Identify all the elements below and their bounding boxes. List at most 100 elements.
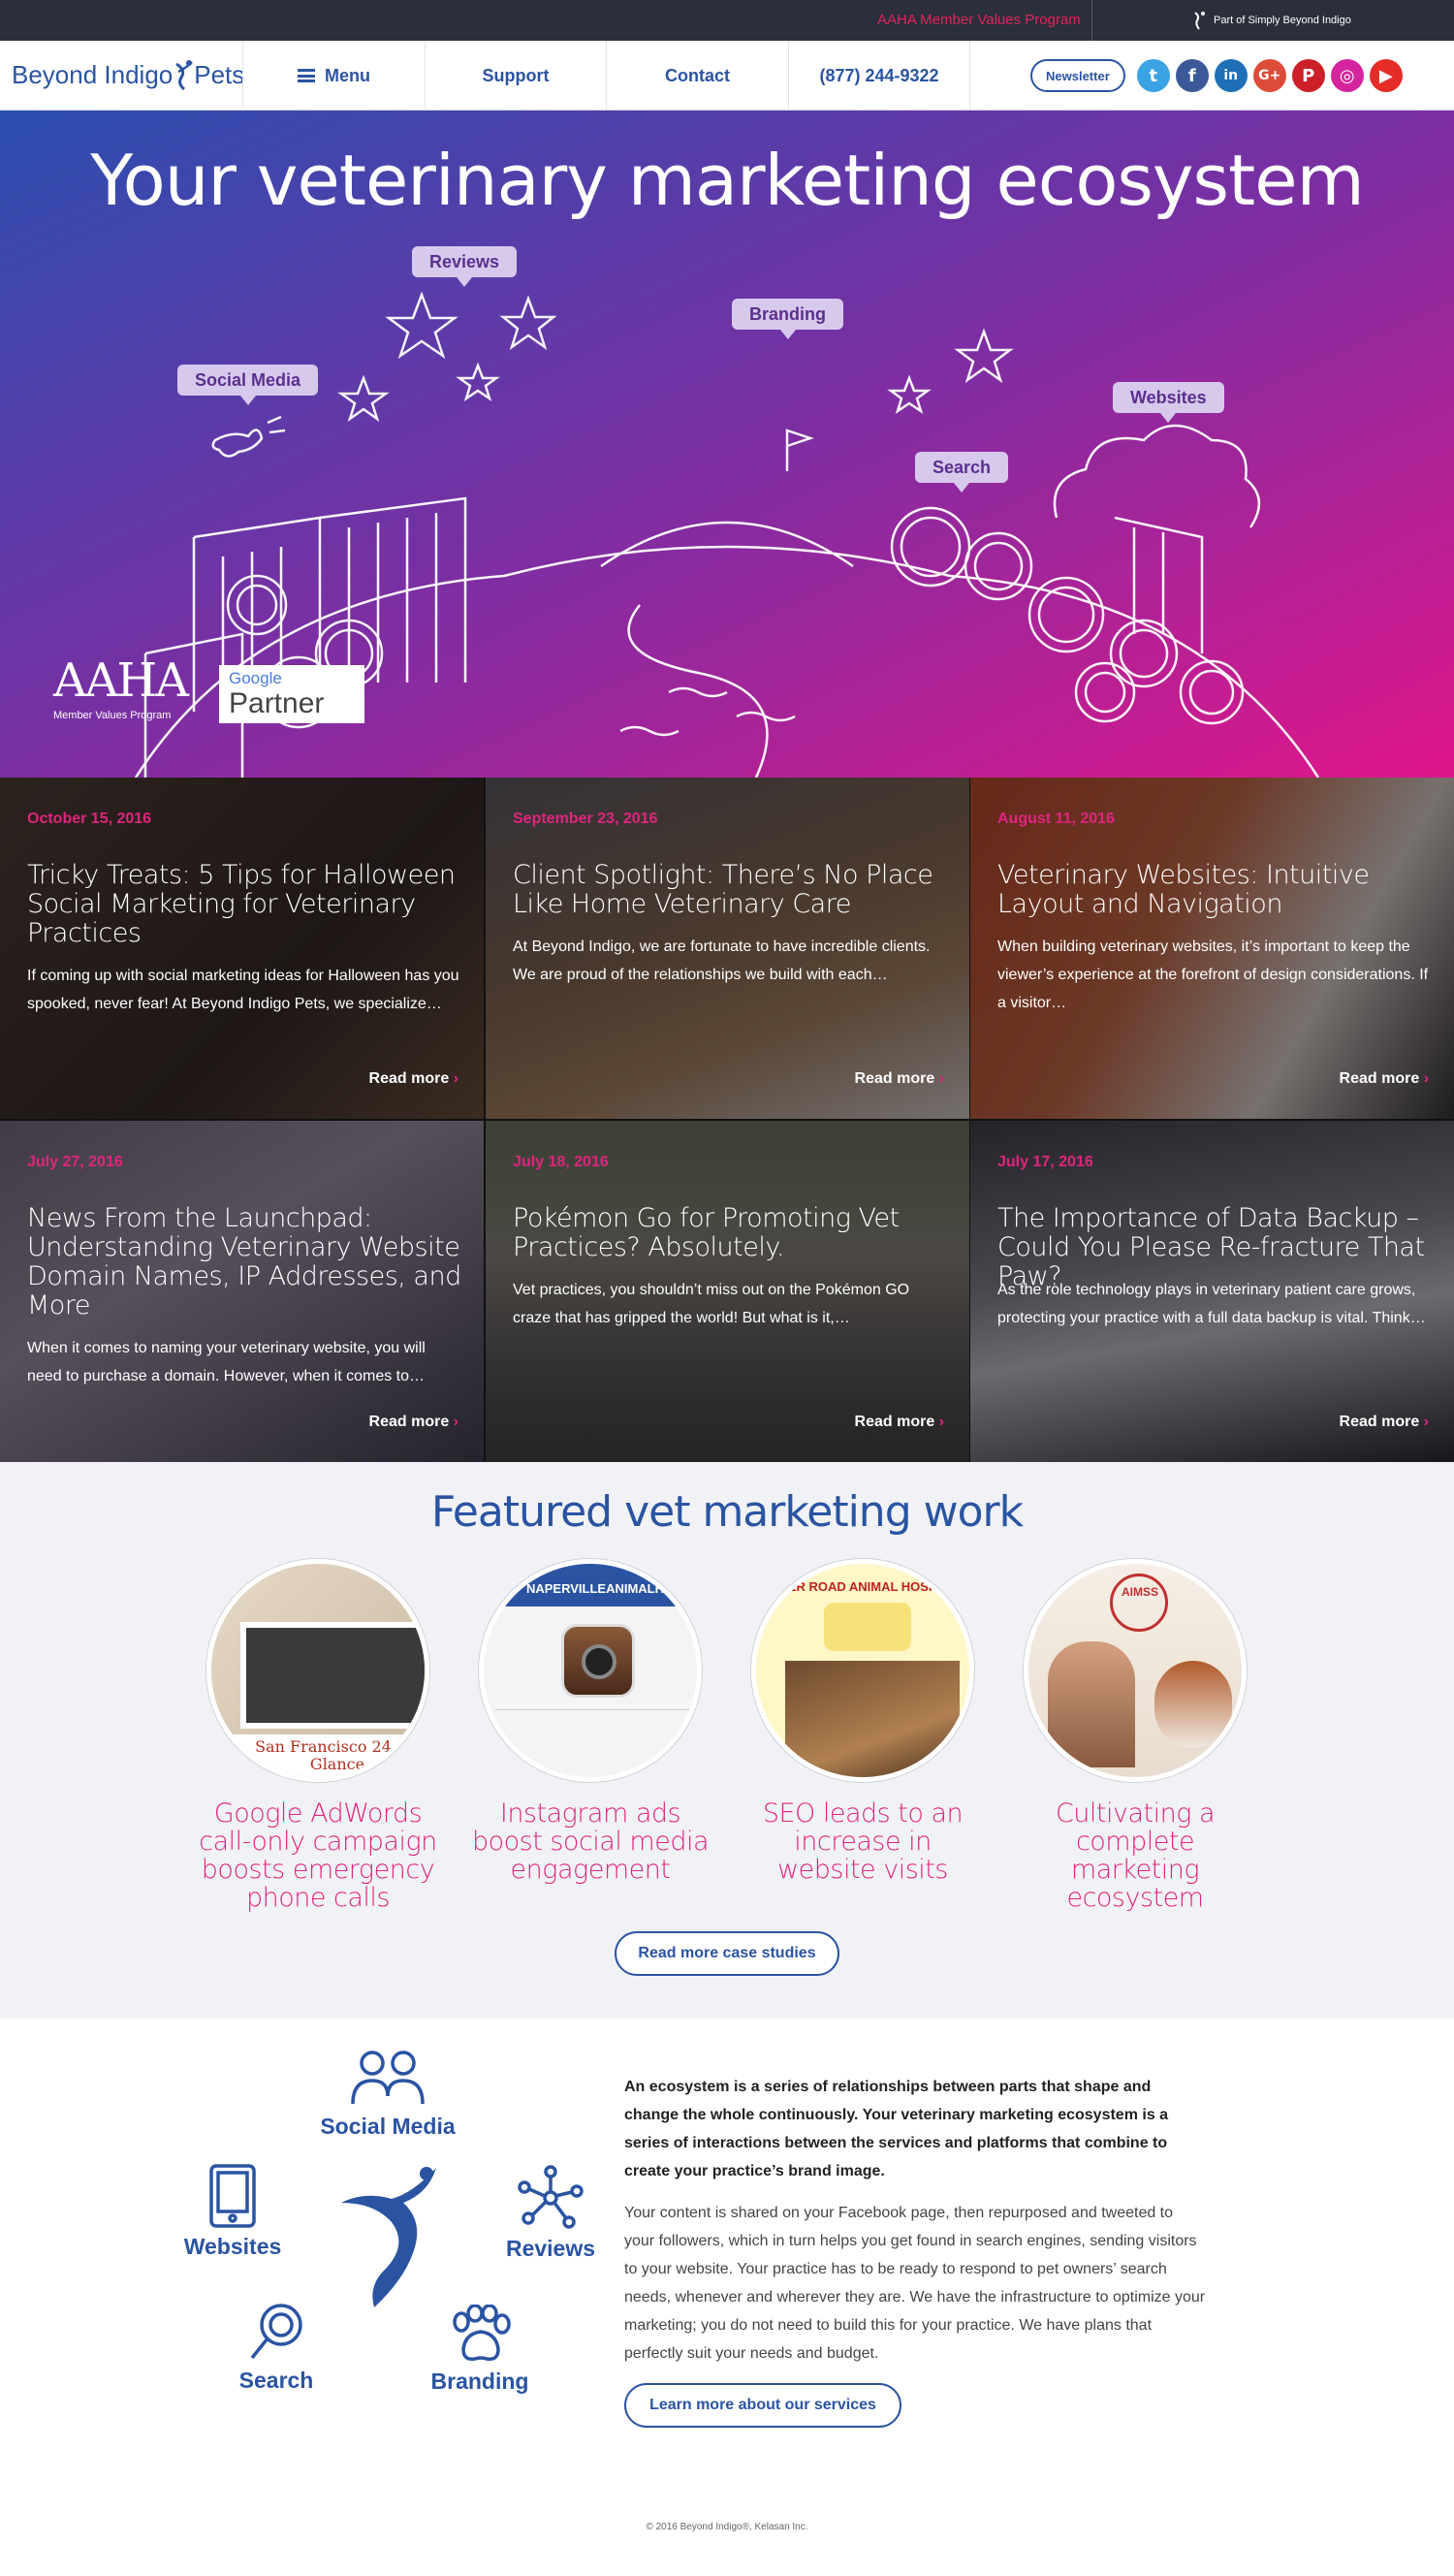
case-study-thumbnail: NAPERVILLEANIMALH <box>479 1559 702 1782</box>
twitter-icon[interactable]: t <box>1136 59 1170 92</box>
hero-banner: Your veterinary marketing ecosystem Revi… <box>0 111 1454 778</box>
tablet-icon <box>209 2164 256 2228</box>
case-study-card[interactable]: San Francisco 24-Ho Glance Google AdWord… <box>197 1559 439 1912</box>
main-navigation: Beyond Indigo Pets Menu Support Contact (… <box>0 41 1454 111</box>
case-study-card[interactable]: NAPERVILLEANIMALH Instagram ads boost so… <box>469 1559 711 1884</box>
blog-card-title[interactable]: Pokémon Go for Promoting Vet Practices? … <box>513 1204 947 1262</box>
blog-card-date: July 18, 2016 <box>513 1154 609 1170</box>
logo-text-pets: Pets <box>194 60 245 89</box>
blog-card-excerpt: At Beyond Indigo, we are fortunate to ha… <box>513 938 931 983</box>
blog-card-title[interactable]: Veterinary Websites: Intuitive Layout an… <box>997 861 1432 919</box>
eco-node-search[interactable]: Search <box>223 2300 330 2394</box>
part-of-label: Part of Simply Beyond Indigo <box>1214 15 1351 26</box>
case-study-thumb-text: AIMSS <box>1121 1585 1158 1599</box>
blog-card[interactable]: July 27, 2016 News From the Launchpad: U… <box>0 1121 484 1462</box>
instagram-icon[interactable]: ◎ <box>1330 59 1364 92</box>
hero-tag-social-media[interactable]: Social Media <box>177 365 319 405</box>
eco-node-label: Websites <box>183 2234 282 2259</box>
menu-button[interactable]: Menu <box>242 41 425 111</box>
topbar-divider <box>1091 0 1092 41</box>
featured-work-section: Featured vet marketing work San Francisc… <box>0 1462 1454 2019</box>
facebook-icon[interactable]: f <box>1175 59 1209 92</box>
nav-phone[interactable]: (877) 244-9322 <box>788 41 969 111</box>
read-more-case-studies-button[interactable]: Read more case studies <box>615 1931 839 1976</box>
blog-card-read-more[interactable]: Read more <box>369 1414 458 1431</box>
blog-card-overlay <box>0 778 484 1119</box>
hero-tag-search[interactable]: Search <box>915 452 1009 493</box>
blog-card-excerpt: When building veterinary websites, it’s … <box>997 938 1429 1011</box>
blog-card-read-more[interactable]: Read more <box>855 1070 944 1088</box>
footer: © 2016 Beyond Indigo®, Kelasan Inc. <box>0 2518 1454 2576</box>
learn-more-services-button[interactable]: Learn more about our services <box>624 2383 901 2428</box>
google-plus-icon[interactable]: G+ <box>1252 59 1286 92</box>
aaha-badge: AAHA Member Values Program <box>53 653 189 741</box>
newsletter-button[interactable]: Newsletter <box>1030 59 1125 92</box>
blog-card-read-more[interactable]: Read more <box>369 1070 458 1088</box>
eco-node-reviews[interactable]: Reviews <box>490 2164 612 2262</box>
ecosystem-body-paragraph: Your content is shared on your Facebook … <box>624 2205 1206 2362</box>
blog-card-read-more[interactable]: Read more <box>1340 1414 1429 1431</box>
blog-card[interactable]: July 17, 2016 The Importance of Data Bac… <box>970 1121 1454 1462</box>
blog-card-title[interactable]: Client Spotlight: There’s No Place Like … <box>513 861 947 919</box>
case-study-caption: SEO leads to an increase in website visi… <box>762 1798 964 1885</box>
blog-card-date: July 27, 2016 <box>27 1154 123 1170</box>
blog-card-title[interactable]: News From the Launchpad: Understanding V… <box>27 1204 461 1320</box>
paw-print-icon <box>453 2305 511 2362</box>
simply-beyond-indigo-link[interactable]: Part of Simply Beyond Indigo <box>1192 0 1351 41</box>
aaha-badge-logo: AAHA <box>53 653 189 708</box>
blog-card[interactable]: August 11, 2016 Veterinary Websites: Int… <box>970 778 1454 1119</box>
case-study-thumbnail: San Francisco 24-Ho Glance <box>206 1559 429 1782</box>
nav-contact[interactable]: Contact <box>606 41 788 111</box>
hero-tag-reviews[interactable]: Reviews <box>412 246 518 287</box>
case-study-caption: Instagram ads boost social media engagem… <box>471 1798 710 1885</box>
blog-card-excerpt: If coming up with social marketing ideas… <box>27 968 459 1012</box>
beyond-indigo-pets-logo[interactable]: Beyond Indigo Pets <box>12 58 244 93</box>
case-study-thumb-text: NER ROAD ANIMAL HOSPITA <box>778 1579 957 1594</box>
ecosystem-section: Social Media Websites Reviews Search Bra… <box>0 2019 1454 2518</box>
eco-node-label: Branding <box>430 2369 529 2394</box>
blog-card-title[interactable]: Tricky Treats: 5 Tips for Halloween Soci… <box>27 861 461 948</box>
blog-card-date: September 23, 2016 <box>513 811 658 827</box>
hamburger-icon <box>298 69 315 82</box>
featured-work-title: Featured vet marketing work <box>430 1487 1024 1537</box>
menu-label: Menu <box>325 65 370 85</box>
instagram-app-icon <box>561 1624 635 1698</box>
eco-node-label: Search <box>238 2368 314 2393</box>
google-partner-badge: Google Partner <box>219 665 364 723</box>
eco-node-social-media[interactable]: Social Media <box>310 2048 465 2140</box>
blog-card[interactable]: July 18, 2016 Pokémon Go for Promoting V… <box>486 1121 969 1462</box>
linkedin-icon[interactable]: in <box>1214 59 1248 92</box>
aaha-program-link[interactable]: AAHA Member Values Program <box>877 0 1081 41</box>
case-study-thumbnail: NER ROAD ANIMAL HOSPITA <box>751 1559 974 1782</box>
case-study-thumbnail: AIMSS <box>1024 1559 1247 1782</box>
blog-card-date: July 17, 2016 <box>997 1154 1093 1170</box>
case-study-caption: Google AdWords call-only campaign boosts… <box>199 1798 437 1913</box>
beyond-indigo-mark-icon <box>1194 12 1205 30</box>
eco-node-branding[interactable]: Branding <box>417 2305 543 2395</box>
blog-card-excerpt: As the role technology plays in veterina… <box>997 1282 1426 1326</box>
case-study-card[interactable]: AIMSS Cultivating a complete marketing e… <box>1014 1559 1256 1912</box>
youtube-icon[interactable]: ▶ <box>1369 59 1403 92</box>
eco-node-label: Reviews <box>505 2236 596 2261</box>
beyond-indigo-figure-icon <box>341 2167 436 2307</box>
blog-card-read-more[interactable]: Read more <box>1340 1070 1429 1088</box>
logo-figure-icon <box>175 60 194 91</box>
blog-card[interactable]: October 15, 2016 Tricky Treats: 5 Tips f… <box>0 778 484 1119</box>
hero-title: Your veterinary marketing ecosystem <box>90 140 1364 221</box>
logo-text-brand: Beyond Indigo <box>12 60 174 89</box>
blog-card[interactable]: September 23, 2016 Client Spotlight: The… <box>486 778 969 1119</box>
ecosystem-lead-paragraph: An ecosystem is a series of relationship… <box>624 2079 1169 2179</box>
people-icon <box>351 2051 425 2105</box>
hero-tag-websites[interactable]: Websites <box>1113 382 1224 423</box>
blog-card-read-more[interactable]: Read more <box>855 1414 944 1431</box>
eco-node-websites[interactable]: Websites <box>174 2162 291 2260</box>
pinterest-icon[interactable]: P <box>1291 59 1325 92</box>
network-icon <box>518 2165 584 2229</box>
google-partner-google: Google <box>229 669 282 687</box>
footer-copyright: © 2016 Beyond Indigo®, Kelasan Inc. <box>646 2522 808 2532</box>
case-study-caption: Cultivating a complete marketing ecosyst… <box>1055 1798 1216 1913</box>
hero-tag-branding[interactable]: Branding <box>732 299 843 339</box>
aaha-badge-caption: Member Values Program <box>53 710 172 721</box>
nav-support[interactable]: Support <box>425 41 606 111</box>
case-study-card[interactable]: NER ROAD ANIMAL HOSPITA SEO leads to an … <box>742 1559 984 1884</box>
